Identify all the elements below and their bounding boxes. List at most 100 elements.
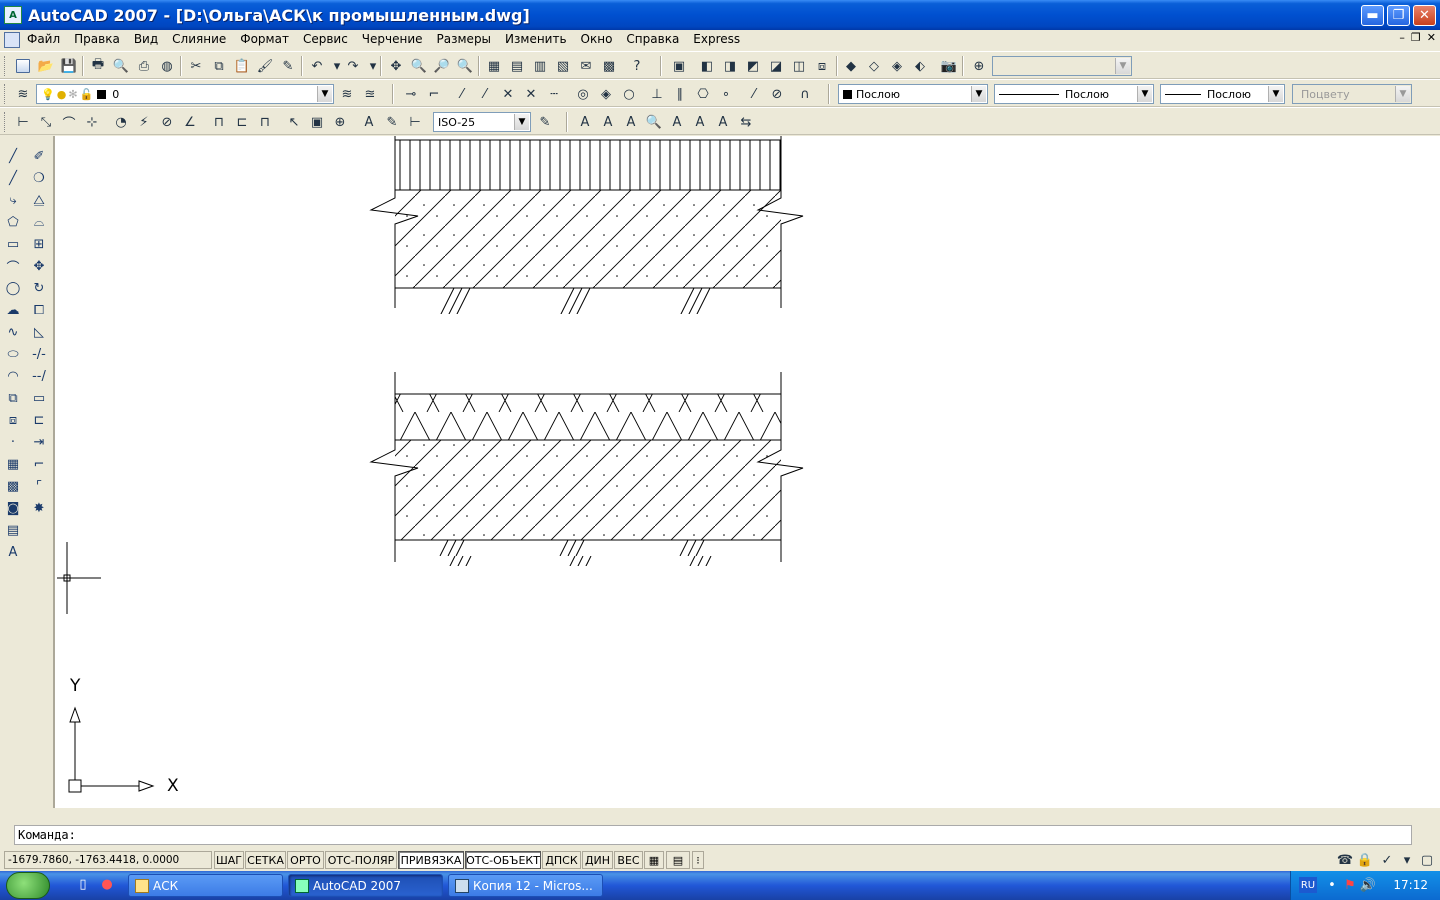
drawing-area[interactable]: Y X <box>53 136 1440 808</box>
snap-insert-icon[interactable]: ⎔ <box>694 85 712 103</box>
dimension-style-icon[interactable]: ✎ <box>536 113 554 131</box>
lineweight-combo[interactable]: Послою ▼ <box>1160 84 1285 104</box>
chevron-down-icon[interactable]: ▼ <box>317 86 332 102</box>
menu-help[interactable]: Справка <box>619 30 686 49</box>
array-icon[interactable]: ⊞ <box>30 235 48 253</box>
snap-intersection-icon[interactable]: ✕ <box>499 85 517 103</box>
doc-minimize-button[interactable]: – <box>1399 31 1405 44</box>
menu-file[interactable]: Файл <box>20 30 67 49</box>
dimstyle-combo[interactable]: ISO-25 ▼ <box>433 112 531 132</box>
ellipse-arc-icon[interactable]: ◠ <box>4 367 22 385</box>
snap-apparent-intersection-icon[interactable]: ✕ <box>522 85 540 103</box>
toolbar-lock-icon[interactable]: 🔒 <box>1356 851 1374 869</box>
color-combo[interactable]: Послою ▼ <box>838 84 988 104</box>
menu-tools[interactable]: Сервис <box>296 30 355 49</box>
explode-icon[interactable]: ✸ <box>30 499 48 517</box>
task-autocad[interactable]: AutoCAD 2007 <box>288 874 443 897</box>
new-icon[interactable] <box>14 57 32 75</box>
markup-icon[interactable]: ✉ <box>577 57 595 75</box>
opera-icon[interactable]: ● <box>98 875 116 893</box>
snap-none-icon[interactable]: ⊘ <box>768 85 786 103</box>
hatch-icon[interactable]: ▦ <box>4 455 22 473</box>
join-icon[interactable]: ⇥ <box>30 433 48 451</box>
extend-icon[interactable]: --/ <box>30 367 48 385</box>
close-button[interactable]: ✕ <box>1413 5 1436 26</box>
text-style-icon[interactable]: A <box>668 113 686 131</box>
center-mark-icon[interactable]: ⊕ <box>331 113 349 131</box>
doc-close-button[interactable]: ✕ <box>1427 31 1436 44</box>
zoom-previous-icon[interactable]: 🔍 <box>456 57 474 75</box>
clock[interactable]: 17:12 <box>1393 878 1428 892</box>
bottom-view-icon[interactable]: ◨ <box>721 57 739 75</box>
ordinate-dim-icon[interactable]: ⊹ <box>83 113 101 131</box>
open-icon[interactable]: 📂 <box>37 57 55 75</box>
cut-icon[interactable]: ✂ <box>187 57 205 75</box>
chevron-down-icon[interactable]: ▼ <box>514 114 529 130</box>
angular-dim-icon[interactable]: ∠ <box>181 113 199 131</box>
layout-icon[interactable]: ▤ <box>666 851 690 869</box>
status-menu-icon[interactable]: ▾ <box>1398 851 1416 869</box>
quicklaunch-icon[interactable]: ▯ <box>74 875 92 893</box>
make-layer-current-icon[interactable]: ≋ <box>338 85 356 103</box>
osnap-toggle[interactable]: ПРИВЯЗКА <box>398 851 464 869</box>
plotstyle-combo[interactable]: Поцвету ▼ <box>1292 84 1412 104</box>
line-icon[interactable]: ╱ <box>4 147 22 165</box>
tolerance-icon[interactable]: ▣ <box>308 113 326 131</box>
calculator-icon[interactable]: ▩ <box>600 57 618 75</box>
model-icon[interactable]: ▦ <box>644 851 664 869</box>
multiline-text-icon[interactable]: A <box>4 543 22 561</box>
move-icon[interactable]: ✥ <box>30 257 48 275</box>
chevron-down-icon[interactable]: ▼ <box>1137 86 1152 102</box>
rectangle-icon[interactable]: ▭ <box>4 235 22 253</box>
dim-edit-icon[interactable]: A <box>360 113 378 131</box>
lwt-toggle[interactable]: ВЕС <box>614 851 643 869</box>
restore-button[interactable]: ❐ <box>1387 5 1410 26</box>
ellipse-icon[interactable]: ⬭ <box>4 345 22 363</box>
tool-palettes-icon[interactable]: ▥ <box>531 57 549 75</box>
zoom-window-icon[interactable]: 🔎 <box>433 57 451 75</box>
polyline-icon[interactable]: ⤷ <box>4 191 22 209</box>
linear-dim-icon[interactable]: ⊢ <box>14 113 32 131</box>
document-icon[interactable] <box>4 31 20 48</box>
quick-leader-icon[interactable]: ↖ <box>285 113 303 131</box>
menu-express[interactable]: Express <box>686 30 747 49</box>
copy-icon[interactable]: ⧉ <box>210 57 228 75</box>
ne-iso-view-icon[interactable]: ◈ <box>888 57 906 75</box>
more-status-icon[interactable]: ⁝ <box>692 851 704 869</box>
layer-previous-icon[interactable]: ≊ <box>361 85 379 103</box>
dyn-toggle[interactable]: ДИН <box>582 851 613 869</box>
help-icon[interactable]: ? <box>628 57 646 75</box>
convert-distance-icon[interactable]: ⇆ <box>737 113 755 131</box>
snap-endpoint-icon[interactable]: ⁄ <box>453 85 471 103</box>
se-iso-view-icon[interactable]: ◇ <box>865 57 883 75</box>
snap-toggle[interactable]: ШАГ <box>214 851 244 869</box>
single-line-text-icon[interactable]: A <box>599 113 617 131</box>
menu-format[interactable]: Формат <box>233 30 296 49</box>
snap-quadrant-icon[interactable]: ◈ <box>597 85 615 103</box>
volume-icon[interactable]: 🔊 <box>1359 876 1377 894</box>
block-editor-icon[interactable]: ✎ <box>279 57 297 75</box>
snap-midpoint-icon[interactable]: ⁄ <box>476 85 494 103</box>
arc-icon[interactable]: ⌒ <box>4 257 22 276</box>
sw-iso-view-icon[interactable]: ◆ <box>842 57 860 75</box>
revision-cloud-icon[interactable]: ☁ <box>4 301 22 319</box>
language-indicator[interactable]: RU <box>1299 877 1317 893</box>
snap-tangent-icon[interactable]: ○ <box>620 85 638 103</box>
baseline-dim-icon[interactable]: ⊏ <box>233 113 251 131</box>
design-center-icon[interactable]: ▤ <box>508 57 526 75</box>
task-ask-folder[interactable]: АСК <box>128 874 283 897</box>
snap-from-icon[interactable]: ⌐ <box>425 85 443 103</box>
network-icon[interactable]: • <box>1323 876 1341 894</box>
layer-properties-icon[interactable]: ≋ <box>14 85 32 103</box>
arc-length-dim-icon[interactable]: ⌒ <box>60 113 78 132</box>
ducs-toggle[interactable]: ДПСК <box>542 851 581 869</box>
menu-view[interactable]: Вид <box>127 30 165 49</box>
snap-perpendicular-icon[interactable]: ⊥ <box>648 85 666 103</box>
clean-screen-icon[interactable]: ▢ <box>1418 851 1436 869</box>
jogged-dim-icon[interactable]: ⚡ <box>135 113 153 131</box>
menu-edit[interactable]: Правка <box>67 30 127 49</box>
menu-draw[interactable]: Черчение <box>355 30 430 49</box>
chevron-down-icon[interactable]: ▼ <box>1395 86 1410 102</box>
plot-icon[interactable]: 🖶 <box>89 57 107 75</box>
region-icon[interactable]: ◙ <box>4 499 22 517</box>
